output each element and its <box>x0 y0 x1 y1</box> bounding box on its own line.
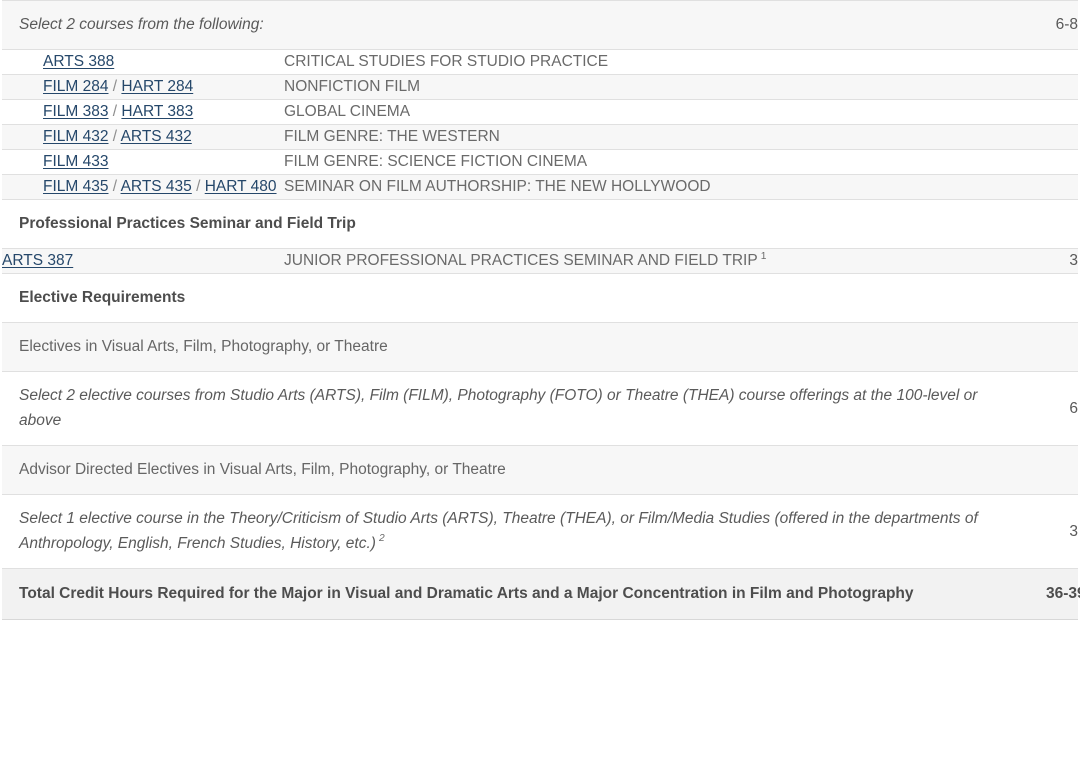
course-code-link[interactable]: HART 480 <box>205 178 277 195</box>
area-subheader-label: Electives in Visual Arts, Film, Photogra… <box>2 323 1046 372</box>
area-header-row: Elective Requirements <box>2 274 1078 323</box>
course-code-separator: / <box>108 178 120 195</box>
course-code-separator: / <box>108 128 120 145</box>
course-code-cell: FILM 284 / HART 284 <box>2 75 284 100</box>
course-title-text: CRITICAL STUDIES FOR STUDIO PRACTICE <box>284 53 608 70</box>
comment-text-body: Select 2 elective courses from Studio Ar… <box>19 387 977 428</box>
credit-hours-cell <box>1046 200 1078 249</box>
total-credit-hours-value: 36-39 <box>1046 569 1078 620</box>
course-row: FILM 433 FILM GENRE: SCIENCE FICTION CINE… <box>2 150 1078 175</box>
course-code-link[interactable]: ARTS 435 <box>121 178 192 195</box>
comment-cell: Select 2 elective courses from Studio Ar… <box>2 372 1046 446</box>
course-code-link[interactable]: FILM 435 <box>43 178 108 195</box>
course-table-body: Select 2 courses from the following:6-8A… <box>2 1 1078 620</box>
course-row: ARTS 387 JUNIOR PROFESSIONAL PRACTICES SE… <box>2 249 1078 274</box>
comment-text: Select 1 elective course in the Theory/C… <box>2 495 1046 568</box>
area-subheader-row: Advisor Directed Electives in Visual Art… <box>2 446 1078 495</box>
course-code-cell: ARTS 388 <box>2 50 284 75</box>
area-header-label: Elective Requirements <box>2 274 1046 323</box>
course-title-cell: SEMINAR ON FILM AUTHORSHIP: THE NEW HOLL… <box>284 175 1046 200</box>
credit-hours-cell: 6-8 <box>1046 1 1078 50</box>
course-code-link[interactable]: FILM 433 <box>43 153 108 170</box>
course-list-container: Select 2 courses from the following:6-8A… <box>0 0 1080 771</box>
credit-hours-cell: 3 <box>1046 249 1078 274</box>
area-header-row: Professional Practices Seminar and Field… <box>2 200 1078 249</box>
course-row: FILM 432 / ARTS 432FILM GENRE: THE WESTE… <box>2 125 1078 150</box>
course-title-text: GLOBAL CINEMA <box>284 103 410 120</box>
course-title-cell: FILM GENRE: THE WESTERN <box>284 125 1046 150</box>
course-title-text: FILM GENRE: THE WESTERN <box>284 128 500 145</box>
course-title-cell: NONFICTION FILM <box>284 75 1046 100</box>
course-title-cell: JUNIOR PROFESSIONAL PRACTICES SEMINAR AN… <box>284 249 1046 274</box>
total-credit-hours-label: Total Credit Hours Required for the Majo… <box>2 569 1046 620</box>
course-code-cell: FILM 383 / HART 383 <box>2 100 284 125</box>
course-code-cell: ARTS 387 <box>2 249 284 274</box>
course-requirements-table: Select 2 courses from the following:6-8A… <box>2 0 1078 620</box>
course-title-text: SEMINAR ON FILM AUTHORSHIP: THE NEW HOLL… <box>284 178 711 195</box>
course-code-link[interactable]: ARTS 432 <box>121 128 192 145</box>
course-code-link[interactable]: FILM 284 <box>43 78 108 95</box>
course-title-cell: CRITICAL STUDIES FOR STUDIO PRACTICE <box>284 50 1046 75</box>
credit-hours-cell: 6 <box>1046 372 1078 446</box>
comment-row: Select 2 courses from the following:6-8 <box>2 1 1078 50</box>
credit-hours-cell <box>1046 175 1078 200</box>
course-code-separator: / <box>108 103 121 120</box>
area-subheader-label: Advisor Directed Electives in Visual Art… <box>2 446 1046 495</box>
credit-hours-cell <box>1046 274 1078 323</box>
credit-hours-cell <box>1046 323 1078 372</box>
course-code-cell: FILM 433 <box>2 150 284 175</box>
credit-hours-cell <box>1046 100 1078 125</box>
course-code-cell: FILM 432 / ARTS 432 <box>2 125 284 150</box>
footnote-marker[interactable]: 1 <box>758 251 767 262</box>
course-title-text: NONFICTION FILM <box>284 78 420 95</box>
course-code-link[interactable]: FILM 432 <box>43 128 108 145</box>
credit-hours-cell <box>1046 125 1078 150</box>
credit-hours-cell <box>1046 446 1078 495</box>
course-title-text: FILM GENRE: SCIENCE FICTION CINEMA <box>284 153 587 170</box>
course-row: FILM 435 / ARTS 435 / HART 480SEMINAR ON… <box>2 175 1078 200</box>
course-code-separator: / <box>192 178 205 195</box>
comment-text: Select 2 courses from the following: <box>2 1 1046 50</box>
credit-hours-cell <box>1046 50 1078 75</box>
course-title-cell: GLOBAL CINEMA <box>284 100 1046 125</box>
course-code-link[interactable]: ARTS 388 <box>43 53 114 70</box>
course-row: FILM 383 / HART 383GLOBAL CINEMA <box>2 100 1078 125</box>
course-code-cell: FILM 435 / ARTS 435 / HART 480 <box>2 175 284 200</box>
course-code-separator: / <box>108 78 121 95</box>
comment-text-body: Select 1 elective course in the Theory/C… <box>19 510 978 551</box>
total-credit-hours-row: Total Credit Hours Required for the Majo… <box>2 569 1078 620</box>
course-code-link[interactable]: HART 284 <box>121 78 193 95</box>
footnote-marker[interactable]: 2 <box>376 533 385 544</box>
course-row: FILM 284 / HART 284NONFICTION FILM <box>2 75 1078 100</box>
comment-row: Select 1 elective course in the Theory/C… <box>2 495 1078 569</box>
course-code-link[interactable]: ARTS 387 <box>2 252 73 269</box>
course-title-cell: FILM GENRE: SCIENCE FICTION CINEMA <box>284 150 1046 175</box>
course-row: ARTS 388 CRITICAL STUDIES FOR STUDIO PRAC… <box>2 50 1078 75</box>
area-header-label: Professional Practices Seminar and Field… <box>2 200 1046 249</box>
comment-text: Select 2 elective courses from Studio Ar… <box>2 372 1046 445</box>
course-code-link[interactable]: HART 383 <box>121 103 193 120</box>
credit-hours-cell <box>1046 75 1078 100</box>
area-subheader-row: Electives in Visual Arts, Film, Photogra… <box>2 323 1078 372</box>
comment-cell: Select 1 elective course in the Theory/C… <box>2 495 1046 569</box>
comment-row: Select 2 elective courses from Studio Ar… <box>2 372 1078 446</box>
credit-hours-cell <box>1046 150 1078 175</box>
credit-hours-cell: 3 <box>1046 495 1078 569</box>
course-code-link[interactable]: FILM 383 <box>43 103 108 120</box>
course-title-text: JUNIOR PROFESSIONAL PRACTICES SEMINAR AN… <box>284 252 758 269</box>
